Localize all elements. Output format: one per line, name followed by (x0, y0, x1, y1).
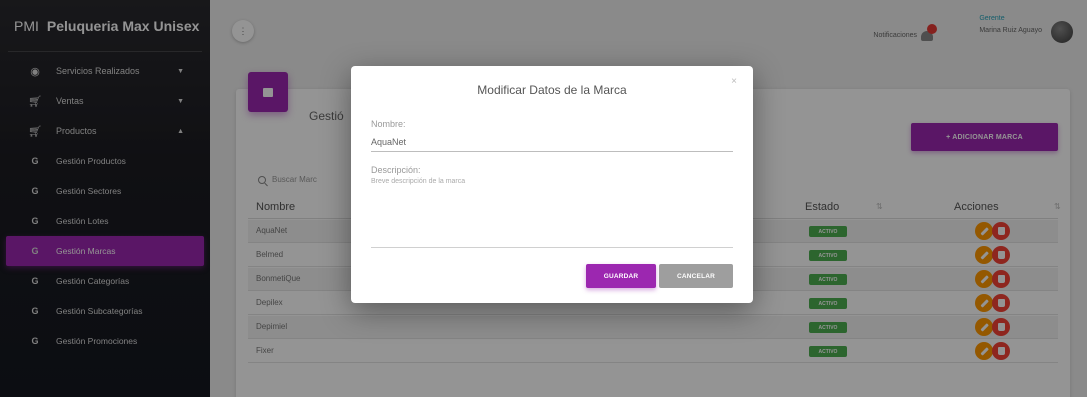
close-icon[interactable]: × (731, 76, 737, 87)
descripcion-textarea[interactable]: Breve descripción de la marca (371, 178, 733, 248)
modal-title: Modificar Datos de la Marca (477, 83, 627, 97)
save-button[interactable]: GUARDAR (586, 264, 656, 288)
cancel-button[interactable]: CANCELAR (659, 264, 733, 288)
edit-brand-modal: Modificar Datos de la Marca × Nombre: Aq… (351, 66, 753, 303)
descripcion-label: Descripción: (371, 165, 421, 175)
nombre-label: Nombre: (371, 119, 406, 129)
nombre-input[interactable]: AquaNet (371, 134, 733, 152)
